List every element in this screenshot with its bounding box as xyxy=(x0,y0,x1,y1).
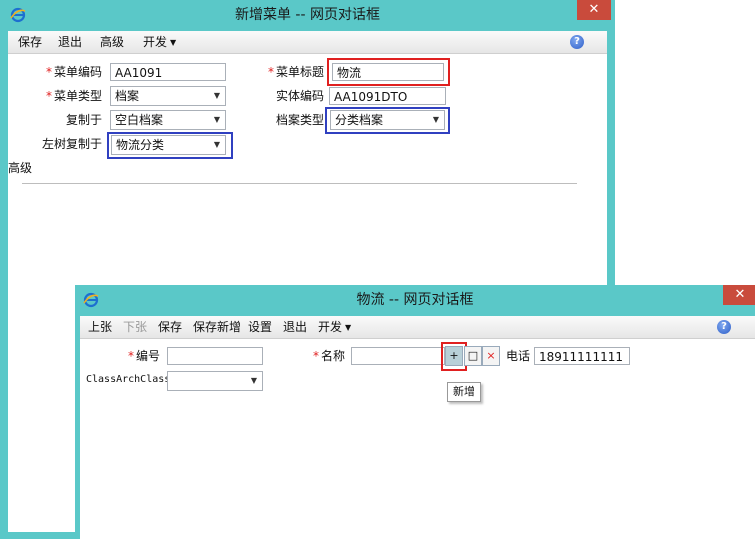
archive-type-label: 档案类型 xyxy=(275,113,324,127)
phone-input[interactable]: 18911111111 xyxy=(534,347,630,365)
required-asterisk: * xyxy=(45,89,52,103)
class-arch-label: ClassArchClass xyxy=(86,374,171,385)
required-asterisk: * xyxy=(45,65,52,79)
logistics-menubar: 上张 下张 保存 保存新增 设置 退出 开发 ▼ ? xyxy=(80,316,755,339)
close-button[interactable]: ✕ xyxy=(577,0,611,20)
menu-title-label-text: 菜单标题 xyxy=(275,65,324,79)
menu-develop-label: 开发 xyxy=(143,35,168,49)
required-asterisk: * xyxy=(267,65,274,79)
edit-button[interactable]: □ xyxy=(464,346,482,366)
required-asterisk: * xyxy=(127,349,134,363)
copy-from-label: 复制于 xyxy=(65,113,102,127)
add-tooltip: 新增 xyxy=(447,382,481,402)
menu-next: 下张 xyxy=(123,320,148,334)
menu-exit[interactable]: 退出 xyxy=(283,316,307,338)
left-tree-copy-select[interactable]: 物流分类 ▼ xyxy=(111,135,226,155)
help-icon[interactable]: ? xyxy=(570,35,584,49)
required-asterisk: * xyxy=(312,349,319,363)
class-arch-select[interactable]: ▼ xyxy=(167,371,263,391)
menu-save[interactable]: 保存 xyxy=(158,316,182,338)
menu-title-label: * 菜单标题 xyxy=(258,62,324,82)
code-label: * 编号 xyxy=(120,346,160,366)
add-button[interactable]: + xyxy=(445,346,463,366)
dropdown-arrow-icon: ▼ xyxy=(432,115,439,124)
copy-from-value: 空白档案 xyxy=(115,113,164,127)
copy-from-select[interactable]: 空白档案 ▼ xyxy=(110,110,226,130)
dropdown-arrow-icon: ▼ xyxy=(213,115,220,124)
dropdown-arrow-icon: ▼ xyxy=(250,376,257,385)
advanced-section-divider xyxy=(22,183,577,184)
logistics-dialog-client: 上张 下张 保存 保存新增 设置 退出 开发 ▼ ? * 编号 * 名称 + □ × … xyxy=(80,316,755,539)
code-label-text: 编号 xyxy=(135,349,160,363)
chevron-down-icon: ▼ xyxy=(170,38,177,47)
menu-code-label-text: 菜单编码 xyxy=(53,65,102,79)
name-input[interactable] xyxy=(351,347,445,365)
name-label: * 名称 xyxy=(305,346,345,366)
menu-prev[interactable]: 上张 xyxy=(88,316,112,338)
logistics-dialog-title: 物流 -- 网页对话框 xyxy=(356,292,474,308)
menu-type-value: 档案 xyxy=(115,89,140,103)
dropdown-arrow-icon: ▼ xyxy=(213,140,220,149)
main-menubar: 保存 退出 高级 开发 ▼ ? xyxy=(8,31,607,54)
dropdown-arrow-icon: ▼ xyxy=(213,91,220,100)
delete-button[interactable]: × xyxy=(482,346,500,366)
menu-save-new[interactable]: 保存新增 xyxy=(193,316,241,338)
code-input[interactable] xyxy=(167,347,263,365)
main-dialog-title: 新增菜单 -- 网页对话框 xyxy=(234,7,380,23)
menu-advanced[interactable]: 高级 xyxy=(100,31,124,53)
close-button[interactable]: ✕ xyxy=(723,285,755,305)
menu-settings[interactable]: 设置 xyxy=(248,316,272,338)
menu-type-label-text: 菜单类型 xyxy=(53,89,102,103)
menu-exit[interactable]: 退出 xyxy=(58,31,82,53)
entity-code-input[interactable]: AA1091DTO xyxy=(329,87,446,105)
help-icon[interactable]: ? xyxy=(717,320,731,334)
chevron-down-icon: ▼ xyxy=(345,323,352,332)
logistics-dialog-window: 物流 -- 网页对话框 ✕ 上张 下张 保存 保存新增 设置 退出 开发 ▼ ? … xyxy=(75,285,755,539)
phone-label: 电话 xyxy=(505,349,530,363)
archive-type-value: 分类档案 xyxy=(335,113,384,127)
entity-code-label: 实体编码 xyxy=(275,89,324,103)
menu-type-label: * 菜单类型 xyxy=(38,86,102,106)
left-tree-copy-value: 物流分类 xyxy=(116,138,165,152)
archive-type-select[interactable]: 分类档案 ▼ xyxy=(330,110,445,130)
menu-title-input[interactable]: 物流 xyxy=(332,63,444,81)
menu-develop[interactable]: 开发 ▼ xyxy=(143,31,176,53)
menu-develop[interactable]: 开发 ▼ xyxy=(318,316,351,338)
logistics-dialog-titlebar[interactable]: 物流 -- 网页对话框 ✕ xyxy=(75,285,755,315)
menu-type-select[interactable]: 档案 ▼ xyxy=(110,86,226,106)
menu-code-label: * 菜单编码 xyxy=(38,62,102,82)
menu-develop-label: 开发 xyxy=(318,320,343,334)
advanced-section-title[interactable]: 高级 xyxy=(8,158,32,178)
main-dialog-titlebar[interactable]: 新增菜单 -- 网页对话框 ✕ xyxy=(0,0,615,30)
left-tree-copy-label: 左树复制于 xyxy=(41,137,102,151)
name-label-text: 名称 xyxy=(320,349,345,363)
menu-save[interactable]: 保存 xyxy=(18,31,42,53)
menu-code-input[interactable]: AA1091 xyxy=(110,63,226,81)
